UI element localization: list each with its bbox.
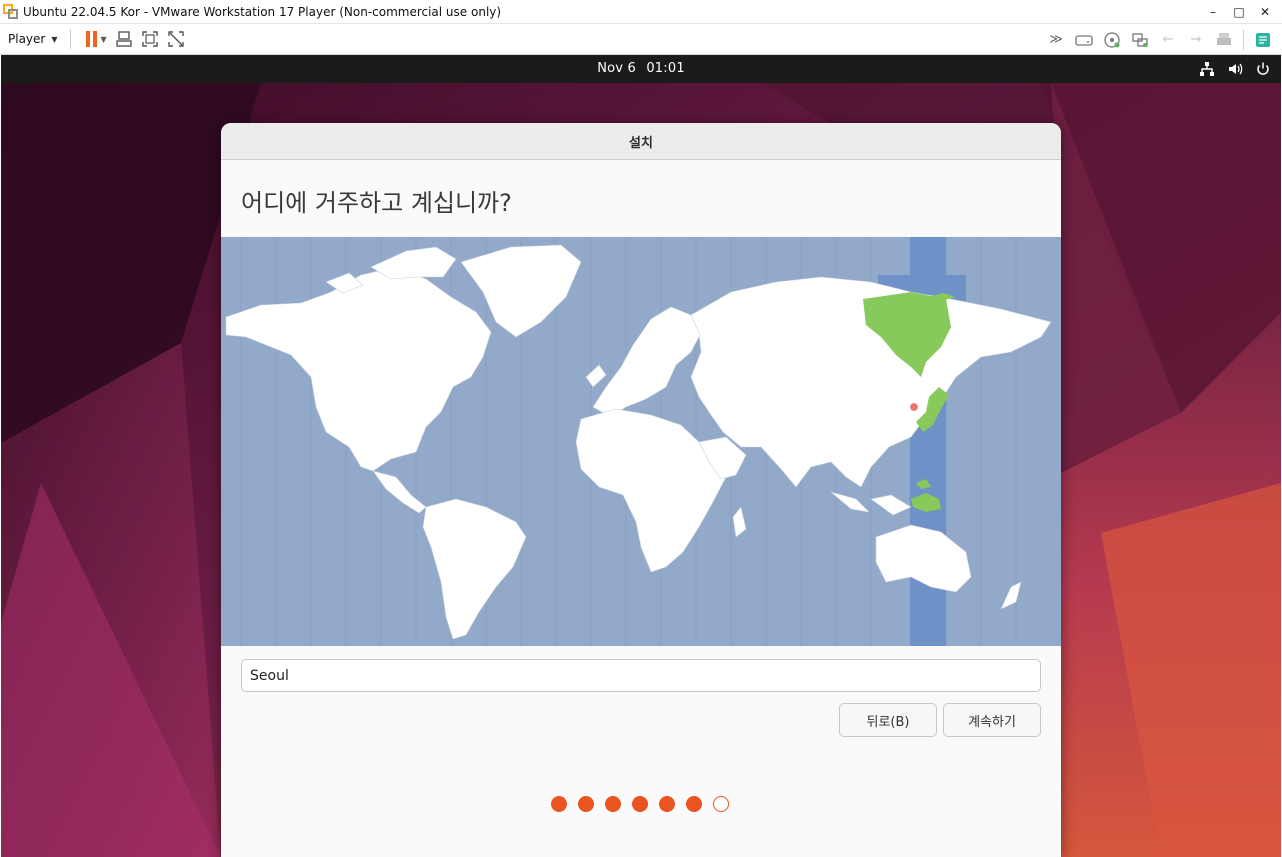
power-icon xyxy=(1257,62,1269,75)
selected-city-marker[interactable] xyxy=(908,401,920,413)
send-ctrl-alt-del-button[interactable] xyxy=(111,27,137,51)
fit-guest-button[interactable] xyxy=(137,27,163,51)
dialog-title: 설치 xyxy=(629,135,653,151)
timezone-map[interactable] xyxy=(221,237,1061,646)
toolbar-divider xyxy=(69,29,71,49)
minimize-button[interactable]: – xyxy=(1200,0,1226,24)
vmware-toolbar: Player ▼ ▼ ≫ ⇜ ⇝ xyxy=(0,24,1282,55)
step-dot xyxy=(713,796,729,812)
player-menu-label: Player xyxy=(8,32,46,46)
volume-icon xyxy=(1229,63,1243,75)
pause-icon xyxy=(86,31,97,47)
installer-dialog: 설치 어디에 거주하고 계십니까? Seoul 뒤로(B) 계속하기 xyxy=(221,123,1061,857)
clock-time: 01:01 xyxy=(646,61,685,76)
vmware-logo-icon xyxy=(3,3,19,20)
back-button[interactable]: 뒤로(B) xyxy=(839,703,937,737)
printer-icon[interactable] xyxy=(1211,28,1237,52)
toolbar-divider xyxy=(1243,29,1244,50)
page-title: 어디에 거주하고 계십니까? xyxy=(241,189,512,217)
network-adapter-icon[interactable] xyxy=(1127,28,1153,52)
step-dot xyxy=(551,796,567,812)
step-indicator xyxy=(551,796,729,812)
gnome-top-bar: Nov 6 01:01 xyxy=(1,55,1281,83)
system-tray[interactable] xyxy=(1199,60,1271,78)
chevron-down-icon: ▼ xyxy=(51,34,58,44)
pause-dropdown-icon[interactable]: ▼ xyxy=(101,35,107,44)
step-dot xyxy=(686,796,702,812)
player-menu[interactable]: Player ▼ xyxy=(8,32,58,46)
dialog-header: 설치 xyxy=(221,123,1061,160)
close-button[interactable]: ✕ xyxy=(1252,0,1278,24)
step-dot xyxy=(659,796,675,812)
sound-device-icon[interactable]: ⇝ xyxy=(1183,28,1209,52)
maximize-button[interactable]: □ xyxy=(1226,0,1252,24)
window-title-bar: Ubuntu 22.04.5 Kor - VMware Workstation … xyxy=(0,0,1282,24)
hard-disk-icon[interactable] xyxy=(1071,28,1097,52)
keyboard-monitor-icon xyxy=(115,31,132,47)
continue-button[interactable]: 계속하기 xyxy=(943,703,1041,737)
unity-mode-button[interactable] xyxy=(163,27,189,51)
fullscreen-icon xyxy=(141,31,158,47)
clock[interactable]: Nov 6 01:01 xyxy=(1,61,1281,76)
more-devices-icon[interactable]: ≫ xyxy=(1043,28,1069,52)
window-controls: – □ ✕ xyxy=(1200,0,1278,24)
device-toolbar: ≫ ⇜ ⇝ xyxy=(1043,24,1276,55)
usb-device-icon[interactable]: ⇜ xyxy=(1155,28,1181,52)
network-icon xyxy=(1200,62,1214,76)
step-dot xyxy=(605,796,621,812)
clock-date: Nov 6 xyxy=(597,61,636,76)
unity-icon xyxy=(167,31,184,47)
step-dot xyxy=(632,796,648,812)
window-title: Ubuntu 22.04.5 Kor - VMware Workstation … xyxy=(23,4,502,19)
step-dot xyxy=(578,796,594,812)
message-log-icon[interactable] xyxy=(1250,28,1276,52)
timezone-input[interactable] xyxy=(241,659,1041,692)
cd-drive-icon[interactable] xyxy=(1099,28,1125,52)
